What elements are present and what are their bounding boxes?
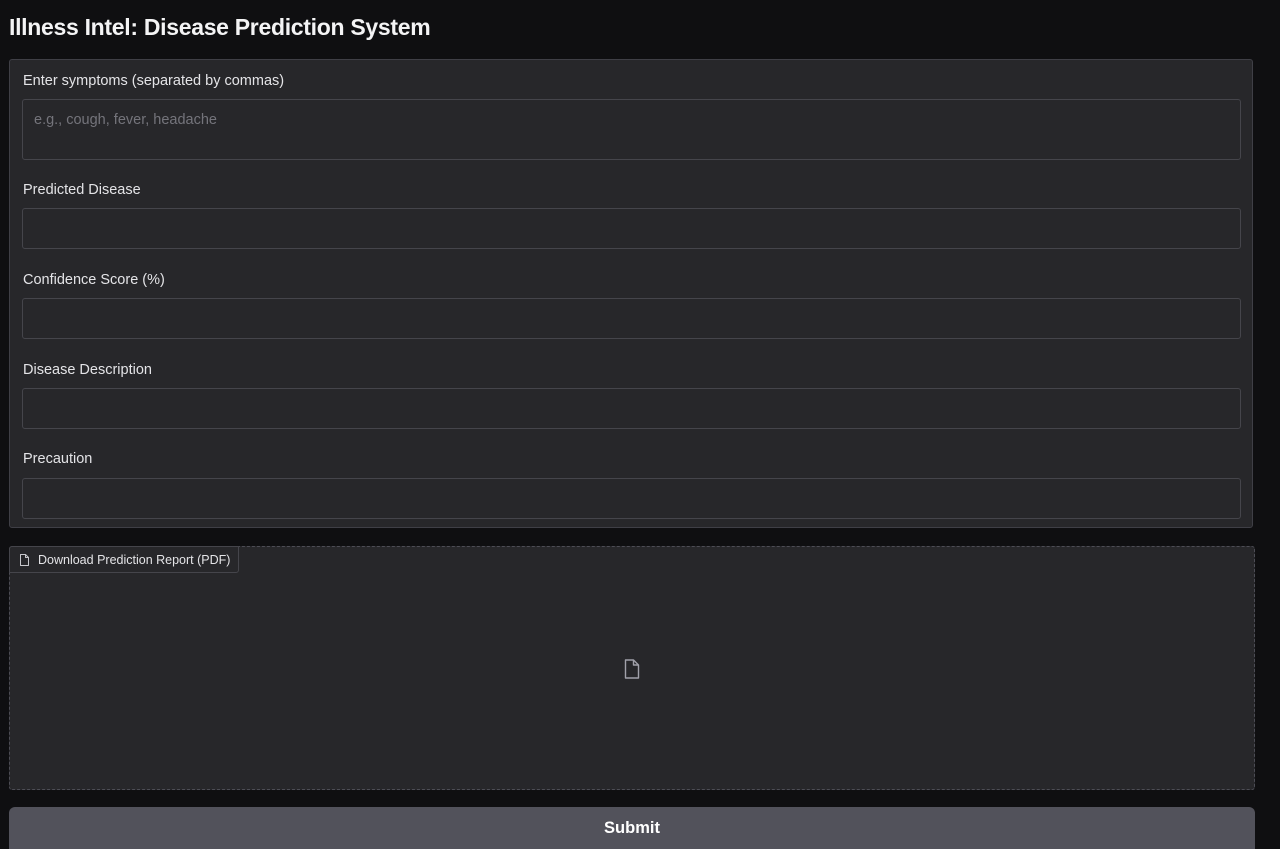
form-panel: Enter symptoms (separated by commas) Pre… — [9, 59, 1253, 528]
file-placeholder-icon — [623, 659, 641, 679]
submit-button[interactable]: Submit — [9, 807, 1255, 849]
precaution-label: Precaution — [23, 451, 93, 467]
symptoms-input[interactable] — [22, 99, 1241, 160]
precaution-field[interactable] — [22, 478, 1241, 519]
confidence-score-label: Confidence Score (%) — [23, 272, 165, 288]
download-panel[interactable]: Download Prediction Report (PDF) — [9, 546, 1255, 790]
confidence-score-field[interactable] — [22, 298, 1241, 339]
download-report-link[interactable]: Download Prediction Report (PDF) — [9, 546, 240, 573]
file-icon — [19, 553, 30, 566]
page-title: Illness Intel: Disease Prediction System — [9, 14, 431, 40]
symptoms-label: Enter symptoms (separated by commas) — [23, 73, 285, 89]
disease-description-label: Disease Description — [23, 362, 152, 378]
disease-description-field[interactable] — [22, 388, 1241, 429]
predicted-disease-label: Predicted Disease — [23, 182, 141, 198]
predicted-disease-field[interactable] — [22, 208, 1241, 249]
download-report-label: Download Prediction Report (PDF) — [38, 552, 231, 567]
